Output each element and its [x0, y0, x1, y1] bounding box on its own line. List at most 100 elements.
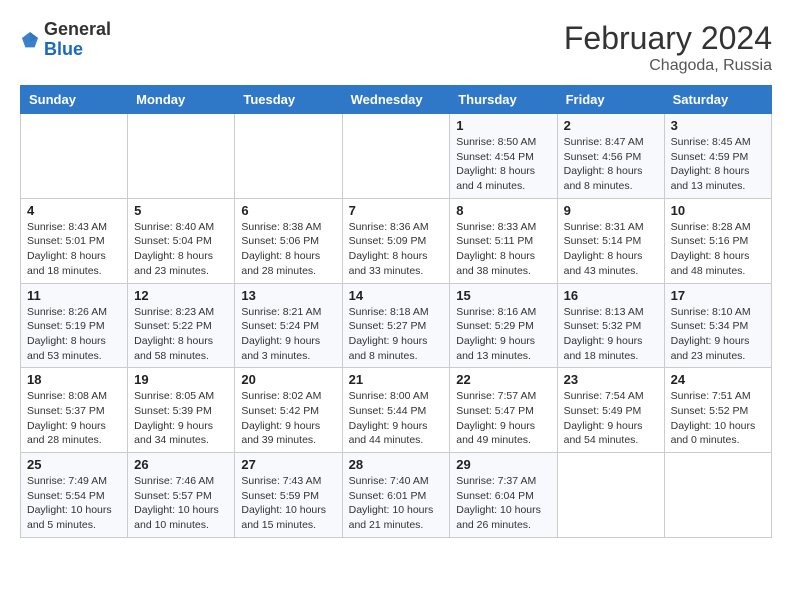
calendar-cell: 13 Sunrise: 8:21 AM Sunset: 5:24 PM Dayli…: [235, 283, 342, 368]
day-number: 12: [134, 288, 228, 303]
logo: General Blue: [20, 20, 111, 60]
day-detail: Sunrise: 7:43 AM Sunset: 5:59 PM Dayligh…: [241, 474, 335, 533]
day-number: 23: [564, 372, 658, 387]
calendar-week-3: 11Sunrise: 8:26 AM Sunset: 5:19 PM Dayli…: [21, 283, 772, 368]
day-detail: Sunrise: 8:23 AM Sunset: 5:22 PM Dayligh…: [134, 305, 228, 364]
calendar-week-4: 18 Sunrise: 8:08 AM Sunset: 5:37 PM Dayli…: [21, 368, 772, 453]
day-number: 6: [241, 203, 335, 218]
day-number: 25: [27, 457, 121, 472]
calendar-cell: 29 Sunrise: 7:37 AM Sunset: 6:04 PM Dayli…: [450, 453, 557, 538]
day-number: 3: [671, 118, 765, 133]
calendar-cell: [235, 114, 342, 199]
calendar-cell: 11Sunrise: 8:26 AM Sunset: 5:19 PM Dayli…: [21, 283, 128, 368]
calendar-cell: 12 Sunrise: 8:23 AM Sunset: 5:22 PM Dayli…: [128, 283, 235, 368]
col-header-friday: Friday: [557, 86, 664, 114]
day-number: 10: [671, 203, 765, 218]
calendar-week-1: 1 Sunrise: 8:50 AM Sunset: 4:54 PM Daylig…: [21, 114, 772, 199]
page-header: General Blue February 2024 Chagoda, Russ…: [20, 20, 772, 75]
calendar-cell: 2 Sunrise: 8:47 AM Sunset: 4:56 PM Daylig…: [557, 114, 664, 199]
day-detail: Sunrise: 8:45 AM Sunset: 4:59 PM Dayligh…: [671, 135, 765, 194]
calendar-week-5: 25Sunrise: 7:49 AM Sunset: 5:54 PM Dayli…: [21, 453, 772, 538]
day-detail: Sunrise: 8:18 AM Sunset: 5:27 PM Dayligh…: [349, 305, 444, 364]
calendar-cell: 9Sunrise: 8:31 AM Sunset: 5:14 PM Daylig…: [557, 198, 664, 283]
calendar-cell: 1 Sunrise: 8:50 AM Sunset: 4:54 PM Daylig…: [450, 114, 557, 199]
col-header-tuesday: Tuesday: [235, 86, 342, 114]
day-detail: Sunrise: 8:08 AM Sunset: 5:37 PM Dayligh…: [27, 389, 121, 448]
day-number: 26: [134, 457, 228, 472]
day-detail: Sunrise: 7:54 AM Sunset: 5:49 PM Dayligh…: [564, 389, 658, 448]
day-detail: Sunrise: 8:43 AM Sunset: 5:01 PM Dayligh…: [27, 220, 121, 279]
day-number: 13: [241, 288, 335, 303]
col-header-monday: Monday: [128, 86, 235, 114]
calendar-cell: 16 Sunrise: 8:13 AM Sunset: 5:32 PM Dayli…: [557, 283, 664, 368]
day-detail: Sunrise: 8:50 AM Sunset: 4:54 PM Dayligh…: [456, 135, 550, 194]
day-number: 29: [456, 457, 550, 472]
day-detail: Sunrise: 8:02 AM Sunset: 5:42 PM Dayligh…: [241, 389, 335, 448]
logo-general-text: General: [44, 19, 111, 39]
calendar-cell: 19Sunrise: 8:05 AM Sunset: 5:39 PM Dayli…: [128, 368, 235, 453]
day-detail: Sunrise: 8:47 AM Sunset: 4:56 PM Dayligh…: [564, 135, 658, 194]
day-detail: Sunrise: 8:16 AM Sunset: 5:29 PM Dayligh…: [456, 305, 550, 364]
day-detail: Sunrise: 8:33 AM Sunset: 5:11 PM Dayligh…: [456, 220, 550, 279]
day-detail: Sunrise: 8:21 AM Sunset: 5:24 PM Dayligh…: [241, 305, 335, 364]
day-number: 11: [27, 288, 121, 303]
calendar-cell: [557, 453, 664, 538]
calendar-cell: 28 Sunrise: 7:40 AM Sunset: 6:01 PM Dayli…: [342, 453, 450, 538]
title-area: February 2024 Chagoda, Russia: [564, 20, 772, 75]
day-detail: Sunrise: 8:28 AM Sunset: 5:16 PM Dayligh…: [671, 220, 765, 279]
col-header-thursday: Thursday: [450, 86, 557, 114]
day-number: 19: [134, 372, 228, 387]
calendar-cell: 14Sunrise: 8:18 AM Sunset: 5:27 PM Dayli…: [342, 283, 450, 368]
calendar-cell: 17Sunrise: 8:10 AM Sunset: 5:34 PM Dayli…: [664, 283, 771, 368]
col-header-wednesday: Wednesday: [342, 86, 450, 114]
day-number: 24: [671, 372, 765, 387]
day-detail: Sunrise: 8:00 AM Sunset: 5:44 PM Dayligh…: [349, 389, 444, 448]
day-number: 5: [134, 203, 228, 218]
day-detail: Sunrise: 8:36 AM Sunset: 5:09 PM Dayligh…: [349, 220, 444, 279]
calendar-cell: 20 Sunrise: 8:02 AM Sunset: 5:42 PM Dayli…: [235, 368, 342, 453]
day-number: 7: [349, 203, 444, 218]
day-detail: Sunrise: 7:57 AM Sunset: 5:47 PM Dayligh…: [456, 389, 550, 448]
day-number: 21: [349, 372, 444, 387]
day-number: 15: [456, 288, 550, 303]
logo-blue-text: Blue: [44, 39, 83, 59]
calendar-header-row: SundayMondayTuesdayWednesdayThursdayFrid…: [21, 86, 772, 114]
day-detail: Sunrise: 8:13 AM Sunset: 5:32 PM Dayligh…: [564, 305, 658, 364]
calendar-cell: 26 Sunrise: 7:46 AM Sunset: 5:57 PM Dayli…: [128, 453, 235, 538]
col-header-sunday: Sunday: [21, 86, 128, 114]
calendar-cell: 23 Sunrise: 7:54 AM Sunset: 5:49 PM Dayli…: [557, 368, 664, 453]
day-number: 9: [564, 203, 658, 218]
calendar-cell: 27 Sunrise: 7:43 AM Sunset: 5:59 PM Dayli…: [235, 453, 342, 538]
calendar-cell: 15 Sunrise: 8:16 AM Sunset: 5:29 PM Dayli…: [450, 283, 557, 368]
day-detail: Sunrise: 8:38 AM Sunset: 5:06 PM Dayligh…: [241, 220, 335, 279]
day-number: 1: [456, 118, 550, 133]
logo-icon: [20, 30, 40, 50]
day-detail: Sunrise: 7:46 AM Sunset: 5:57 PM Dayligh…: [134, 474, 228, 533]
day-number: 18: [27, 372, 121, 387]
calendar-cell: 22 Sunrise: 7:57 AM Sunset: 5:47 PM Dayli…: [450, 368, 557, 453]
location-subtitle: Chagoda, Russia: [564, 57, 772, 75]
calendar-cell: 3 Sunrise: 8:45 AM Sunset: 4:59 PM Daylig…: [664, 114, 771, 199]
calendar-cell: 25Sunrise: 7:49 AM Sunset: 5:54 PM Dayli…: [21, 453, 128, 538]
day-number: 22: [456, 372, 550, 387]
calendar-cell: 21 Sunrise: 8:00 AM Sunset: 5:44 PM Dayli…: [342, 368, 450, 453]
calendar-cell: [21, 114, 128, 199]
day-number: 28: [349, 457, 444, 472]
calendar-cell: 7 Sunrise: 8:36 AM Sunset: 5:09 PM Daylig…: [342, 198, 450, 283]
calendar-cell: 24 Sunrise: 7:51 AM Sunset: 5:52 PM Dayli…: [664, 368, 771, 453]
calendar-cell: [664, 453, 771, 538]
day-detail: Sunrise: 7:51 AM Sunset: 5:52 PM Dayligh…: [671, 389, 765, 448]
calendar-cell: 18 Sunrise: 8:08 AM Sunset: 5:37 PM Dayli…: [21, 368, 128, 453]
day-detail: Sunrise: 8:40 AM Sunset: 5:04 PM Dayligh…: [134, 220, 228, 279]
calendar-cell: 4Sunrise: 8:43 AM Sunset: 5:01 PM Daylig…: [21, 198, 128, 283]
calendar-cell: 10 Sunrise: 8:28 AM Sunset: 5:16 PM Dayli…: [664, 198, 771, 283]
calendar-cell: 5 Sunrise: 8:40 AM Sunset: 5:04 PM Daylig…: [128, 198, 235, 283]
day-detail: Sunrise: 8:10 AM Sunset: 5:34 PM Dayligh…: [671, 305, 765, 364]
calendar-cell: [128, 114, 235, 199]
day-number: 20: [241, 372, 335, 387]
day-detail: Sunrise: 7:37 AM Sunset: 6:04 PM Dayligh…: [456, 474, 550, 533]
day-number: 16: [564, 288, 658, 303]
day-number: 27: [241, 457, 335, 472]
day-detail: Sunrise: 7:40 AM Sunset: 6:01 PM Dayligh…: [349, 474, 444, 533]
day-number: 2: [564, 118, 658, 133]
